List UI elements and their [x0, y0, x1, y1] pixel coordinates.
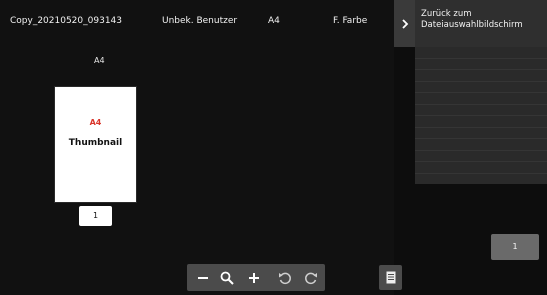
rotate-left-icon	[278, 272, 291, 284]
zoom-toolbar	[187, 264, 325, 291]
user-name: Unbek. Benutzer	[162, 16, 238, 26]
zoom-in-button[interactable]	[242, 264, 265, 291]
zoom-out-button[interactable]	[191, 264, 214, 291]
rotate-right-icon	[304, 272, 317, 284]
page-indicator: 1	[491, 234, 539, 260]
thumbnail-text: Thumbnail	[68, 138, 123, 148]
document-list-icon	[386, 271, 395, 284]
zoom-button[interactable]	[215, 264, 238, 291]
rotate-right-button[interactable]	[299, 264, 322, 291]
minus-icon	[197, 276, 208, 279]
back-to-file-selection[interactable]: Zurück zum Dateiauswahlbildschirm	[415, 0, 547, 47]
paper-size: A4	[268, 16, 280, 26]
file-name: Copy_20210520_093143	[10, 16, 122, 26]
color-mode: F. Farbe	[333, 16, 368, 26]
back-label: Zurück zum Dateiauswahlbildschirm	[421, 9, 523, 30]
thumbnail-size-text: A4	[89, 118, 102, 127]
back-button[interactable]	[394, 0, 415, 47]
file-list	[415, 47, 547, 184]
zoom-icon	[220, 271, 234, 285]
chevron-right-icon	[401, 18, 408, 29]
page-thumbnail[interactable]: A4 Thumbnail	[55, 87, 136, 202]
page-list-button[interactable]	[379, 265, 402, 290]
page-number-field[interactable]: 1	[79, 206, 112, 226]
plus-icon	[248, 272, 259, 283]
page-size-label: A4	[94, 56, 105, 65]
status-bar: Copy_20210520_093143 Unbek. Benutzer A4 …	[0, 0, 394, 40]
rotate-left-button[interactable]	[273, 264, 296, 291]
